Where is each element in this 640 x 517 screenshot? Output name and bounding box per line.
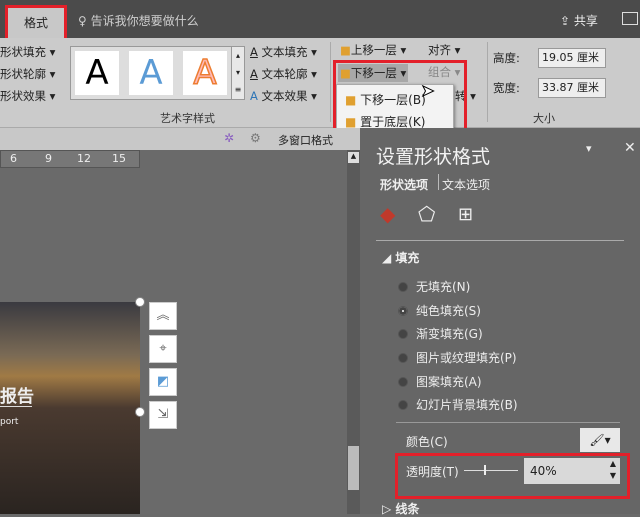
resize-handle[interactable] <box>135 407 145 417</box>
line-section-header[interactable]: ▷ 线条 <box>382 500 419 517</box>
ruler-tick: 9 <box>45 152 52 165</box>
size-group-label: 大小 <box>533 112 555 125</box>
color-picker-button[interactable]: 🖌▾ <box>580 428 620 452</box>
width-input[interactable]: 33.87 厘米 <box>538 78 606 98</box>
arrange-icon[interactable]: ◩ <box>149 368 177 396</box>
wordart-black[interactable]: A <box>75 51 119 95</box>
search-text: 告诉我你想要做什么 <box>90 14 199 28</box>
bring-forward-button[interactable]: ■上移一层 ▾ <box>340 42 406 58</box>
horizontal-ruler: 6 9 12 15 <box>0 150 140 168</box>
radio-slide-bg-fill[interactable]: 幻灯片背景填充(B) <box>398 396 518 413</box>
comment-icon[interactable] <box>622 12 638 25</box>
radio-label: 渐变填充(G) <box>416 327 483 341</box>
radio-no-fill[interactable]: 无填充(N) <box>398 278 470 295</box>
layout-options-icon[interactable]: ︽ <box>149 302 177 330</box>
transparency-slider[interactable] <box>464 465 518 475</box>
scroll-up-button[interactable]: ▲ <box>348 152 359 163</box>
bring-forward-label: 上移一层 ▾ <box>350 43 407 57</box>
radio-gradient-fill[interactable]: 渐变填充(G) <box>398 325 483 342</box>
transparency-label: 透明度(T) <box>406 465 459 479</box>
width-label: 宽度: <box>493 81 520 95</box>
shape-effects-button[interactable]: 形状效果 ▾ <box>0 88 55 104</box>
align-center-icon[interactable]: ⌖ <box>149 335 177 363</box>
tab-format[interactable]: 格式 <box>8 8 64 38</box>
menu-item-send-backward[interactable]: ■ 下移一层(B) <box>345 91 426 108</box>
radio-label: 幻灯片背景填充(B) <box>416 398 518 412</box>
tab-text-options[interactable]: 文本选项 <box>442 176 490 193</box>
vertical-scrollbar[interactable]: ▲ <box>347 150 360 514</box>
align-button[interactable]: 对齐 ▾ <box>428 42 460 58</box>
crop-resize-icon[interactable]: ⇲ <box>149 401 177 429</box>
mouse-cursor-icon: ➤ <box>420 81 435 101</box>
rotate-button[interactable]: 转 ▾ <box>455 88 476 104</box>
lightbulb-icon: ♀ <box>78 14 91 28</box>
shape-outline-button[interactable]: 形状轮廓 ▾ <box>0 66 55 82</box>
ruler-tick: 6 <box>10 152 17 165</box>
send-backward-menu: ■ 下移一层(B) ■ 置于底层(K) ➤ <box>336 81 454 132</box>
slide-title: 报告 <box>0 387 34 407</box>
ruler-tick: 15 <box>112 152 126 165</box>
group-label: 组合 ▾ <box>428 65 461 79</box>
fill-section-header[interactable]: ◢ 填充 <box>382 249 419 266</box>
radio-label: 图案填充(A) <box>416 375 482 389</box>
slider-thumb[interactable] <box>484 465 486 475</box>
ruler-tick: 12 <box>77 152 91 165</box>
sub-toolbar: ✲ ⚙ 多窗口格式 <box>0 128 360 150</box>
shape-fill-button[interactable]: 形状填充 ▾ <box>0 44 55 60</box>
transparency-value: 40% <box>530 464 557 478</box>
text-outline-label: 文本轮廓 ▾ <box>261 67 317 81</box>
radio-picture-fill[interactable]: 图片或纹理填充(P) <box>398 349 517 366</box>
radio-label: 纯色填充(S) <box>416 304 481 318</box>
text-effects-button[interactable]: A 文本效果 ▾ <box>250 88 317 104</box>
tell-me-search[interactable]: ♀ 告诉我你想要做什么 <box>78 12 199 29</box>
align-label: 对齐 ▾ <box>428 43 461 57</box>
multi-window-button[interactable]: 多窗口格式 <box>278 132 333 148</box>
pane-title: 设置形状格式 <box>376 146 491 168</box>
send-backward-button[interactable]: ■下移一层 ▾ <box>338 64 409 82</box>
wordart-group-label: 艺术字样式 <box>160 112 215 125</box>
text-fill-button[interactable]: A 文本填充 ▾ <box>250 44 317 60</box>
tab-shape-options[interactable]: 形状选项 <box>380 176 428 193</box>
share-button[interactable]: ⇪ 共享 <box>560 12 598 29</box>
radio-label: 无填充(N) <box>416 280 471 294</box>
ribbon: 形状填充 ▾ 形状轮廓 ▾ 形状效果 ▾ A A A ▴ ▾ ≡ A 文本填充 ▾ … <box>0 38 640 128</box>
menu-label: 下移一层(B) <box>360 93 426 107</box>
slide-image[interactable]: 报告 port <box>0 302 140 514</box>
radio-pattern-fill[interactable]: 图案填充(A) <box>398 373 482 390</box>
fill-section-label: 填充 <box>395 251 420 265</box>
sparkle-icon[interactable]: ✲ <box>224 131 234 145</box>
transparency-input[interactable]: 40% ▲ ▼ <box>524 458 620 484</box>
color-label: 颜色(C) <box>406 435 448 449</box>
resize-handle[interactable] <box>135 297 145 307</box>
fill-line-icon[interactable]: ◆ <box>380 202 395 226</box>
share-label: 共享 <box>573 14 598 28</box>
pentagon-effects-icon[interactable]: ⬠ <box>418 202 435 226</box>
scroll-thumb[interactable] <box>348 446 359 490</box>
close-icon[interactable]: ✕ <box>624 140 636 156</box>
height-label: 高度: <box>493 51 520 65</box>
text-effects-label: 文本效果 ▾ <box>261 89 317 103</box>
group-button[interactable]: 组合 ▾ <box>428 64 460 80</box>
wordart-gallery: A A A ▴ ▾ ≡ <box>70 46 245 100</box>
format-shape-pane: 设置形状格式 ▾ ✕ 形状选项 文本选项 ◆ ⬠ ⊞ ◢ 填充 无填充(N) 纯… <box>360 128 640 517</box>
slide-subtitle: port <box>0 417 19 427</box>
text-fill-label: 文本填充 ▾ <box>261 45 317 59</box>
send-backward-label: 下移一层 ▾ <box>350 66 407 80</box>
pane-options-dropdown[interactable]: ▾ <box>586 142 592 155</box>
gallery-scroll[interactable]: ▴ ▾ ≡ <box>231 47 244 99</box>
size-properties-icon[interactable]: ⊞ <box>458 204 473 225</box>
wordart-orange[interactable]: A <box>183 51 227 95</box>
send-to-back-icon: ■ <box>345 115 357 129</box>
send-backward-icon: ■ <box>345 93 357 107</box>
share-icon: ⇪ <box>560 14 574 28</box>
height-input[interactable]: 19.05 厘米 <box>538 48 606 68</box>
gear-icon[interactable]: ⚙ <box>250 131 261 145</box>
text-outline-button[interactable]: A 文本轮廓 ▾ <box>250 66 317 82</box>
radio-solid-fill[interactable]: 纯色填充(S) <box>398 302 481 319</box>
title-bar: 格式 ♀ 告诉我你想要做什么 ⇪ 共享 <box>0 0 640 38</box>
radio-label: 图片或纹理填充(P) <box>416 351 517 365</box>
menu-label: 置于底层(K) <box>360 115 426 129</box>
wordart-blue[interactable]: A <box>129 51 173 95</box>
